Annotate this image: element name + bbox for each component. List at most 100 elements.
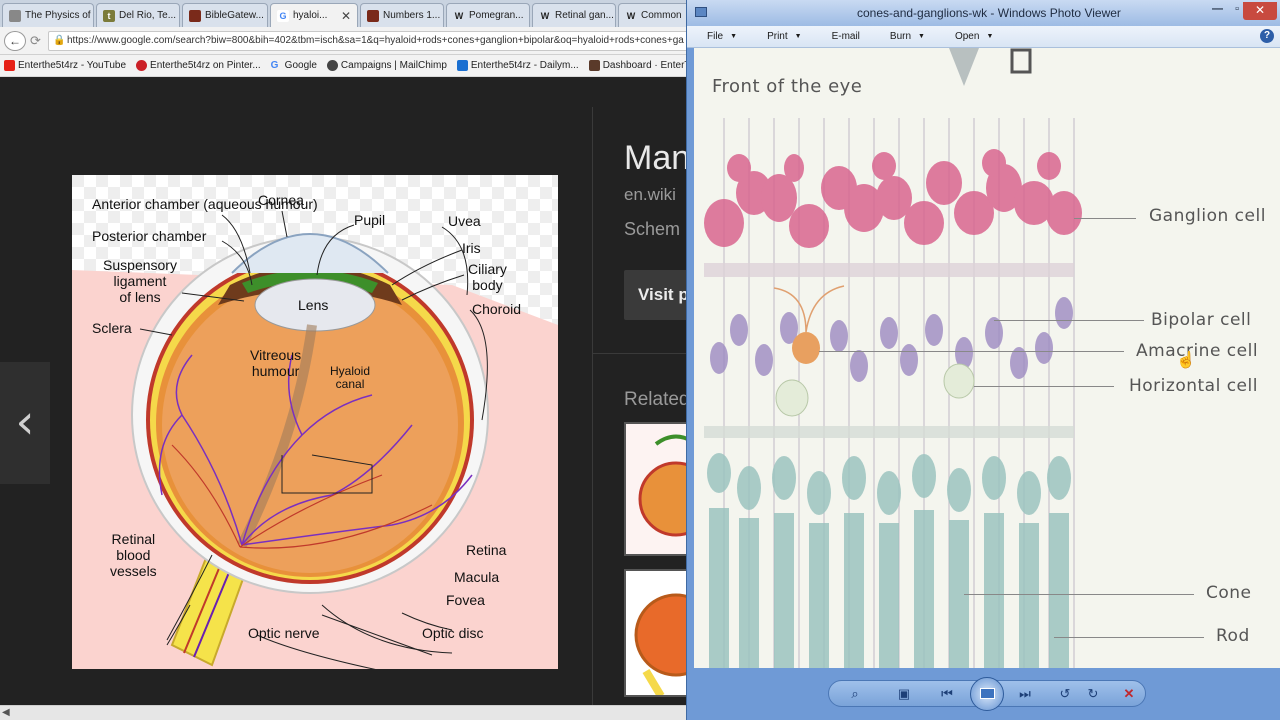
bookmark-dailymotion[interactable]: Enterthe5t4rz - Dailym... [456,60,579,71]
back-button[interactable]: ← [4,31,26,51]
photo-viewer-window: cones-and-ganglions-wk - Windows Photo V… [686,0,1280,720]
rotate-left-icon[interactable]: ↺ [1055,685,1075,703]
viewer-titlebar[interactable]: cones-and-ganglions-wk - Windows Photo V… [687,0,1280,26]
tab-label: Retinal gan... [555,10,614,21]
close-tab-icon[interactable]: ✕ [341,9,351,23]
mailchimp-icon [326,60,338,71]
menu-print[interactable]: Print ▼ [747,31,812,42]
label-amacrine-cell: Amacrine cell [1136,341,1259,361]
minimize-icon[interactable]: — [1212,3,1223,15]
photo-viewer-app-icon [695,7,707,17]
tab-delrio[interactable]: t Del Rio, Te... [96,3,180,27]
controls-pill: ⌕ ▣ ⏮ ⏭ ↺ ↻ ✕ [828,677,1146,711]
tab-label: Numbers 1... [383,10,441,21]
delete-icon[interactable]: ✕ [1119,685,1139,703]
label-horizontal-cell: Horizontal cell [1129,376,1258,396]
label-choroid: Choroid [472,301,522,317]
slideshow-button[interactable] [970,677,1004,711]
address-bar[interactable]: 🔒 https://www.google.com/search?biw=800&… [48,31,688,51]
bookmark-google[interactable]: G Google [271,60,317,71]
browser-toolbar: ← ⟳ 🔒 https://www.google.com/search?biw=… [0,27,690,55]
tab-biblegateway[interactable]: BibleGatew... [182,3,268,27]
tab-physics[interactable]: The Physics of ... [2,3,94,27]
eye-thumbnail-icon [626,571,692,695]
leader-horizontal [974,386,1114,387]
bookmarks-bar: Enterthe5t4rz - YouTube Enterthe5t4rz on… [0,55,690,77]
bookmark-youtube[interactable]: Enterthe5t4rz - YouTube [4,60,126,71]
menu-file[interactable]: File ▼ [687,31,747,42]
tab-numbers[interactable]: Numbers 1... [360,3,444,27]
doc-icon [9,9,21,22]
bible-icon [189,9,201,22]
wikipedia-icon: W [626,10,636,21]
close-icon[interactable]: ✕ [1243,2,1277,20]
panel-divider [592,107,593,705]
retina-cells-image: Front of the eye Ganglion cell Bipolar c… [694,48,1280,668]
pinterest-icon [136,60,148,71]
tab-pomegranate[interactable]: W Pomegran... [446,3,530,27]
related-thumbnail-1[interactable] [624,422,694,556]
next-icon[interactable]: ⏭ [1015,685,1035,703]
label-optic-nerve: Optic nerve [248,625,320,641]
menu-burn[interactable]: Burn ▼ [870,31,935,42]
label-cone: Cone [1206,583,1252,603]
reload-icon[interactable]: ⟳ [30,33,41,49]
label-retinal-blood-vessels: Retinal blood vessels [110,531,157,579]
help-icon[interactable]: ? [1260,29,1274,43]
label-sclera: Sclera [92,320,132,336]
actual-size-icon[interactable]: ▣ [894,685,914,703]
tab-label: hyaloi... [293,10,328,21]
leader-amacrine [819,351,1124,352]
maximize-icon[interactable]: ▫ [1235,3,1239,15]
tw-icon: t [103,9,115,22]
bible-icon [367,9,379,22]
result-domain: en.wiki [624,185,676,204]
related-thumbnail-2[interactable] [624,569,694,697]
bookmark-mailchimp[interactable]: Campaigns | MailChimp [326,60,447,71]
tab-strip: The Physics of ... t Del Rio, Te... Bibl… [0,0,690,27]
tab-label: BibleGatew... [205,10,264,21]
related-images-heading: Related [624,389,690,410]
result-title[interactable]: Man [624,139,690,178]
label-retina: Retina [466,542,507,558]
label-suspensory-ligament: Suspensory ligament of lens [103,257,177,305]
dashboard-icon [588,60,600,71]
bookmark-dashboard[interactable]: Dashboard · EnterThe5... [588,60,690,71]
label-pupil: Pupil [354,212,386,228]
label-macula: Macula [454,569,500,585]
leader-ganglion [1074,218,1136,219]
label-posterior-chamber: Posterior chamber [92,228,207,244]
label-ciliary-body: Ciliary body [468,261,507,293]
previous-image-button[interactable]: ‹ [0,362,50,484]
rotate-right-icon[interactable]: ↻ [1083,685,1103,703]
leader-bipolar [994,320,1144,321]
previous-icon[interactable]: ⏮ [937,685,957,703]
image-search-viewer: ‹ Anterior chamber (aqueous humour) Post… [0,77,714,705]
chevron-down-icon: ▼ [794,33,802,40]
lock-icon: 🔒 [53,35,66,46]
wikipedia-icon: W [540,10,550,21]
horizontal-scrollbar[interactable]: ◀ [0,705,690,720]
scroll-left-icon[interactable]: ◀ [2,707,10,718]
google-icon: G [277,9,289,22]
label-lens: Lens [298,297,329,313]
eye-diagram-image[interactable]: Anterior chamber (aqueous humour) Poster… [72,175,558,669]
eye-thumbnail-icon [626,424,692,554]
bookmark-pinterest[interactable]: Enterthe5t4rz on Pinter... [136,60,261,71]
viewer-controls-bar: ⌕ ▣ ⏮ ⏭ ↺ ↻ ✕ [687,668,1280,720]
label-cornea: Cornea [258,192,304,208]
zoom-icon[interactable]: ⌕ [845,685,865,703]
label-fovea: Fovea [446,592,485,608]
tab-label: The Physics of ... [25,10,93,21]
label-front-of-eye: Front of the eye [712,76,863,97]
tab-hyaloid[interactable]: G hyaloi... ✕ [270,3,358,27]
menu-open[interactable]: Open ▼ [935,31,1003,42]
tab-retinal[interactable]: W Retinal gan... [532,3,616,27]
tab-common[interactable]: W Common [618,3,690,27]
viewer-menubar: File ▼ Print ▼ E-mail Burn ▼ Open ▼ [687,26,1280,48]
menu-email[interactable]: E-mail [812,31,870,42]
label-uvea: Uvea [448,213,481,229]
tab-label: Common [641,10,682,21]
wikipedia-icon: W [454,10,464,21]
tab-label: Del Rio, Te... [119,10,177,21]
